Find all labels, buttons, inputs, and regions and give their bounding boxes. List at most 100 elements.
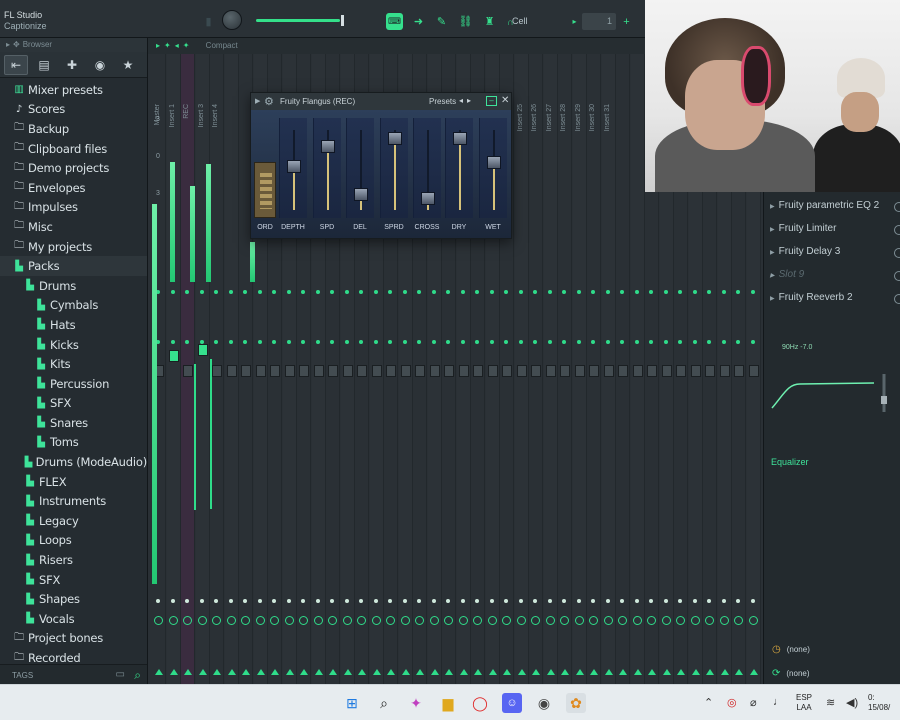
strip-led[interactable] <box>562 340 566 344</box>
strip-led[interactable] <box>214 340 218 344</box>
mixer-strip[interactable]: Insert 31 <box>601 54 616 684</box>
strip-led[interactable] <box>634 340 639 344</box>
strip-led[interactable] <box>272 340 276 344</box>
strip-led[interactable] <box>199 290 204 294</box>
send-arrow-icon[interactable] <box>329 669 337 675</box>
plugin-slider[interactable] <box>445 118 473 218</box>
send-arrow-icon[interactable] <box>648 669 656 675</box>
mixer-strip[interactable]: Insert 28 <box>558 54 572 684</box>
volume-fader[interactable] <box>299 365 309 377</box>
browser-arrow-icon[interactable]: ▸ <box>6 40 10 49</box>
pan-knob[interactable] <box>618 616 627 625</box>
strip-led[interactable] <box>359 290 363 294</box>
send-arrow-icon[interactable] <box>474 669 482 675</box>
mixer-strip[interactable] <box>616 54 630 684</box>
send-arrow-icon[interactable] <box>227 669 236 675</box>
strip-led[interactable] <box>707 290 711 294</box>
pan-knob[interactable] <box>676 616 685 625</box>
send-arrow-icon[interactable] <box>677 669 685 675</box>
strip-led[interactable] <box>315 290 320 294</box>
tray-network-off-icon[interactable]: ⌀ <box>750 696 757 709</box>
copilot-icon[interactable]: ✦ <box>406 693 426 713</box>
strip-led[interactable] <box>533 290 537 294</box>
close-icon[interactable]: ✕ <box>501 95 509 106</box>
volume-fader[interactable] <box>589 365 599 377</box>
strip-led[interactable] <box>286 599 291 603</box>
send-arrow-icon[interactable] <box>271 669 279 675</box>
strip-led[interactable] <box>605 599 610 603</box>
plugin-slider[interactable] <box>413 118 441 218</box>
strip-led[interactable] <box>359 599 363 603</box>
strip-led[interactable] <box>605 290 610 294</box>
strip-led[interactable] <box>272 290 276 294</box>
pan-knob[interactable] <box>748 616 758 625</box>
strip-led[interactable] <box>272 599 276 603</box>
pan-knob[interactable] <box>632 616 642 625</box>
send-arrow-icon[interactable] <box>445 669 453 675</box>
volume-fader[interactable] <box>183 365 193 377</box>
strip-led[interactable] <box>214 599 218 603</box>
slot-menu-icon[interactable]: ▶ <box>770 273 775 279</box>
volume-fader[interactable] <box>560 365 570 377</box>
strip-led[interactable] <box>330 340 334 344</box>
plugin-slider[interactable] <box>380 118 408 218</box>
strip-led[interactable] <box>692 290 697 294</box>
strip-led[interactable] <box>417 340 421 344</box>
pan-knob[interactable] <box>284 616 294 625</box>
volume-fader[interactable] <box>444 365 454 377</box>
gear-icon[interactable]: ⚙ <box>264 95 274 108</box>
send-arrow-icon[interactable] <box>691 669 700 675</box>
plugin-slider[interactable] <box>346 118 374 218</box>
browser-item[interactable]: 🗀 Backup <box>0 119 147 139</box>
pan-knob[interactable] <box>415 616 424 625</box>
volume-fader[interactable] <box>734 365 744 377</box>
send-arrow-icon[interactable] <box>749 669 758 675</box>
strip-led[interactable] <box>460 599 465 603</box>
volume-fader[interactable] <box>168 350 179 362</box>
strip-led[interactable] <box>315 599 320 603</box>
send-arrow-icon[interactable] <box>517 669 526 675</box>
strip-led[interactable] <box>475 290 479 294</box>
strip-led[interactable] <box>301 599 305 603</box>
slot-menu-icon[interactable]: ▶ <box>770 296 775 302</box>
volume-fader[interactable] <box>415 365 425 377</box>
mixer-strip[interactable]: Insert 30 <box>587 54 601 684</box>
windows-start-icon[interactable]: ⊞ <box>342 693 362 713</box>
pan-knob[interactable] <box>603 616 613 625</box>
send-arrow-icon[interactable] <box>488 669 497 675</box>
strip-led[interactable] <box>663 290 668 294</box>
strip-led[interactable] <box>750 290 755 294</box>
browser-item[interactable]: ▙ Vocals <box>0 609 147 629</box>
send-arrow-icon[interactable] <box>561 669 569 675</box>
pan-knob[interactable] <box>545 616 555 625</box>
strip-led[interactable] <box>504 290 508 294</box>
mixer-tools-icon[interactable]: ▸✦◂✦ <box>156 41 193 50</box>
strip-led[interactable] <box>170 290 175 294</box>
volume-fader[interactable] <box>342 365 353 377</box>
strip-led[interactable] <box>359 340 363 344</box>
volume-fader[interactable] <box>618 365 628 377</box>
plugin-slider[interactable] <box>313 118 341 218</box>
pan-knob[interactable] <box>647 616 656 625</box>
mixer-strip[interactable]: Insert 29 <box>572 54 587 684</box>
strip-led[interactable] <box>243 340 247 344</box>
strip-led[interactable] <box>678 340 682 344</box>
volume-fader[interactable] <box>545 365 556 377</box>
strip-led[interactable] <box>692 599 697 603</box>
strip-led[interactable] <box>330 599 334 603</box>
slider-thumb[interactable] <box>421 192 435 205</box>
brush-icon[interactable]: ✎ <box>433 13 450 30</box>
strip-led[interactable] <box>417 599 421 603</box>
volume-fader[interactable] <box>212 365 222 377</box>
pan-knob[interactable] <box>400 616 410 625</box>
minimize-icon[interactable]: – <box>486 96 497 106</box>
strip-led[interactable] <box>533 599 537 603</box>
send-arrow-icon[interactable] <box>213 669 221 675</box>
strip-led[interactable] <box>736 599 740 603</box>
strip-led[interactable] <box>707 340 711 344</box>
volume-fader[interactable] <box>487 365 498 377</box>
slot-mix-knob[interactable] <box>894 225 900 235</box>
browser-back-icon[interactable]: ⇤ <box>4 54 28 75</box>
slider-thumb[interactable] <box>453 132 467 145</box>
opera-icon[interactable]: ◯ <box>470 693 490 713</box>
